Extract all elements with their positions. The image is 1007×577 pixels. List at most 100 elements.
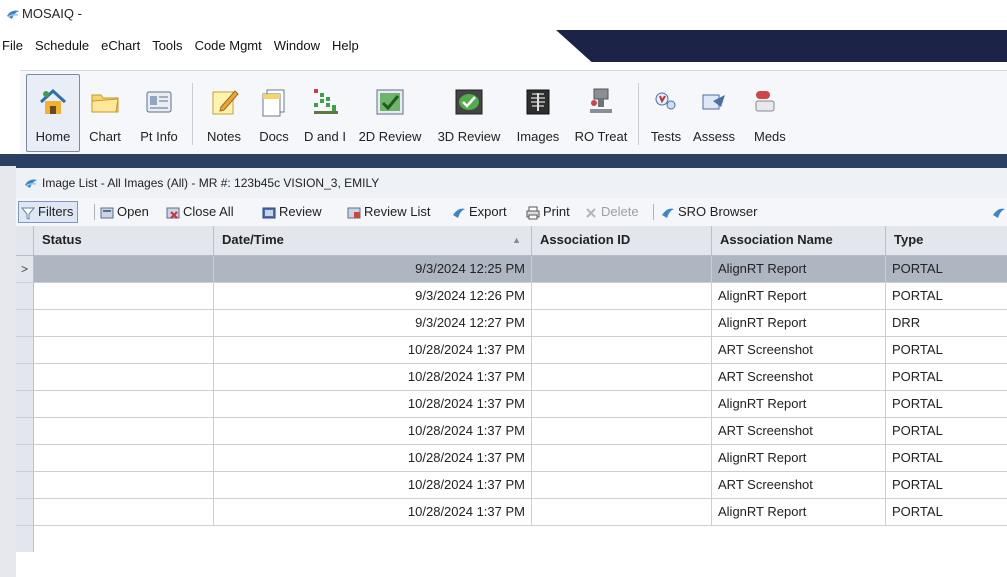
export-button[interactable]: Export — [452, 202, 507, 222]
row-selector[interactable]: > — [16, 256, 34, 282]
cell-status — [34, 499, 214, 525]
notepad-icon — [212, 90, 239, 115]
cell-association-name: ART Screenshot — [712, 472, 886, 498]
review-list-label: Review List — [364, 204, 431, 219]
cell-status — [34, 364, 214, 390]
image-list-toolbar: Filters Open Close All Review Review Lis… — [16, 198, 1007, 227]
table-row[interactable]: 9/3/2024 12:27 PM AlignRT Report DRR — [16, 310, 1007, 337]
delete-icon — [586, 207, 596, 218]
toolbar-assess-button[interactable]: Assess — [688, 75, 740, 151]
left-dock-header — [0, 154, 16, 166]
table-row[interactable]: 10/28/2024 1:37 PM ART Screenshot PORTAL — [16, 418, 1007, 445]
menu-file[interactable]: File — [2, 38, 23, 53]
row-selector[interactable] — [16, 310, 34, 336]
review-button[interactable]: Review — [262, 202, 322, 222]
row-selector[interactable] — [16, 499, 34, 525]
close-all-label: Close All — [183, 204, 234, 219]
row-selector[interactable] — [16, 418, 34, 444]
cell-status — [34, 472, 214, 498]
table-row[interactable]: 10/28/2024 1:37 PM ART Screenshot PORTAL — [16, 337, 1007, 364]
toolbar-3d-review-button[interactable]: 3D Review — [430, 75, 508, 151]
toolbar-home-label: Home — [35, 129, 71, 144]
table-row[interactable]: 10/28/2024 1:37 PM AlignRT Report PORTAL — [16, 499, 1007, 526]
treatment-icon — [590, 88, 612, 113]
diagnosis-icon — [314, 89, 338, 114]
row-selector[interactable] — [16, 445, 34, 471]
toolbar-images-button[interactable]: Images — [510, 75, 566, 151]
review-label: Review — [279, 204, 322, 219]
filters-button[interactable]: Filters — [18, 201, 79, 223]
grid-toolbar-separator — [94, 204, 95, 220]
menu-tools[interactable]: Tools — [152, 38, 182, 53]
delete-button[interactable]: Delete — [584, 202, 639, 222]
cell-type: PORTAL — [892, 342, 943, 357]
documents-icon — [262, 89, 285, 117]
cell-status — [34, 256, 214, 282]
cell-datetime: 9/3/2024 12:27 PM — [214, 310, 532, 336]
id-card-icon — [146, 91, 172, 113]
row-selector[interactable] — [16, 283, 34, 309]
toolbar-chart-label: Chart — [89, 129, 121, 144]
row-selector[interactable] — [16, 337, 34, 363]
cell-type: PORTAL — [892, 288, 943, 303]
table-row[interactable]: >9/3/2024 12:25 PM AlignRT Report PORTAL — [16, 256, 1007, 283]
row-selector[interactable] — [16, 364, 34, 390]
toolbar-home-button[interactable]: Home — [26, 74, 80, 152]
toolbar-pt-info-button[interactable]: Pt Info — [130, 75, 188, 151]
cell-datetime: 9/3/2024 12:25 PM — [214, 256, 532, 282]
menu-echart[interactable]: eChart — [101, 38, 140, 53]
folder-icon — [91, 94, 119, 113]
cell-association-name: ART Screenshot — [712, 337, 886, 363]
table-header: Status Date/Time ▲ Association ID Associa… — [16, 226, 1007, 256]
cell-type: PORTAL — [892, 396, 943, 411]
menu-help[interactable]: Help — [332, 38, 359, 53]
toolbar-tests-label: Tests — [650, 129, 682, 144]
menu-code-mgmt[interactable]: Code Mgmt — [195, 38, 262, 53]
overflow-button[interactable] — [992, 202, 1007, 222]
cell-association-id — [532, 283, 712, 309]
column-header-association-id[interactable]: Association ID — [532, 226, 712, 255]
toolbar-2d-review-button[interactable]: 2D Review — [352, 75, 428, 151]
cell-type: PORTAL — [892, 450, 943, 465]
toolbar-chart-button[interactable]: Chart — [80, 75, 130, 151]
sro-browser-button[interactable]: SRO Browser — [661, 202, 757, 222]
close-all-button[interactable]: Close All — [166, 202, 234, 222]
cell-type: PORTAL — [892, 423, 943, 438]
column-header-status[interactable]: Status — [34, 226, 214, 255]
row-selector[interactable] — [16, 391, 34, 417]
sro-browser-label: SRO Browser — [678, 204, 758, 219]
cell-type: PORTAL — [892, 369, 943, 384]
toolbar-docs-button[interactable]: Docs — [250, 75, 298, 151]
toolbar-d-and-i-label: D and I — [304, 129, 346, 144]
column-header-association-name[interactable]: Association Name — [712, 226, 886, 255]
toolbar-separator — [192, 83, 193, 145]
toolbar-d-and-i-button[interactable]: D and I — [298, 75, 352, 151]
assess-icon — [702, 94, 725, 110]
image-list-window: Image List - All Images (All) - MR #: 12… — [16, 154, 1007, 577]
table-row[interactable]: 10/28/2024 1:37 PM ART Screenshot PORTAL — [16, 364, 1007, 391]
table-row[interactable]: 10/28/2024 1:37 PM ART Screenshot PORTAL — [16, 472, 1007, 499]
cell-datetime: 10/28/2024 1:37 PM — [214, 499, 532, 525]
toolbar-tests-button[interactable]: Tests — [644, 75, 688, 151]
toolbar-meds-button[interactable]: Meds — [740, 75, 790, 151]
menu-window[interactable]: Window — [274, 38, 320, 53]
review-2d-icon — [376, 89, 404, 115]
cell-association-name: AlignRT Report — [712, 256, 886, 282]
table-row[interactable]: 10/28/2024 1:37 PM AlignRT Report PORTAL — [16, 391, 1007, 418]
print-button[interactable]: Print — [526, 202, 570, 222]
open-button[interactable]: Open — [100, 202, 149, 222]
column-header-datetime[interactable]: Date/Time ▲ — [214, 226, 532, 255]
cell-association-id — [532, 364, 712, 390]
row-selector[interactable] — [16, 472, 34, 498]
table-row[interactable]: 10/28/2024 1:37 PM AlignRT Report PORTAL — [16, 445, 1007, 472]
cell-association-name: AlignRT Report — [712, 391, 886, 417]
table-row[interactable]: 9/3/2024 12:26 PM AlignRT Report PORTAL — [16, 283, 1007, 310]
toolbar-notes-button[interactable]: Notes — [198, 75, 250, 151]
menu-schedule[interactable]: Schedule — [35, 38, 89, 53]
cell-association-name: AlignRT Report — [712, 499, 886, 525]
cell-association-id — [532, 391, 712, 417]
toolbar-ro-treat-button[interactable]: RO Treat — [568, 75, 634, 151]
column-header-type[interactable]: Type — [886, 226, 1007, 255]
toolbar-notes-label: Notes — [207, 129, 241, 144]
review-list-button[interactable]: Review List — [347, 202, 430, 222]
